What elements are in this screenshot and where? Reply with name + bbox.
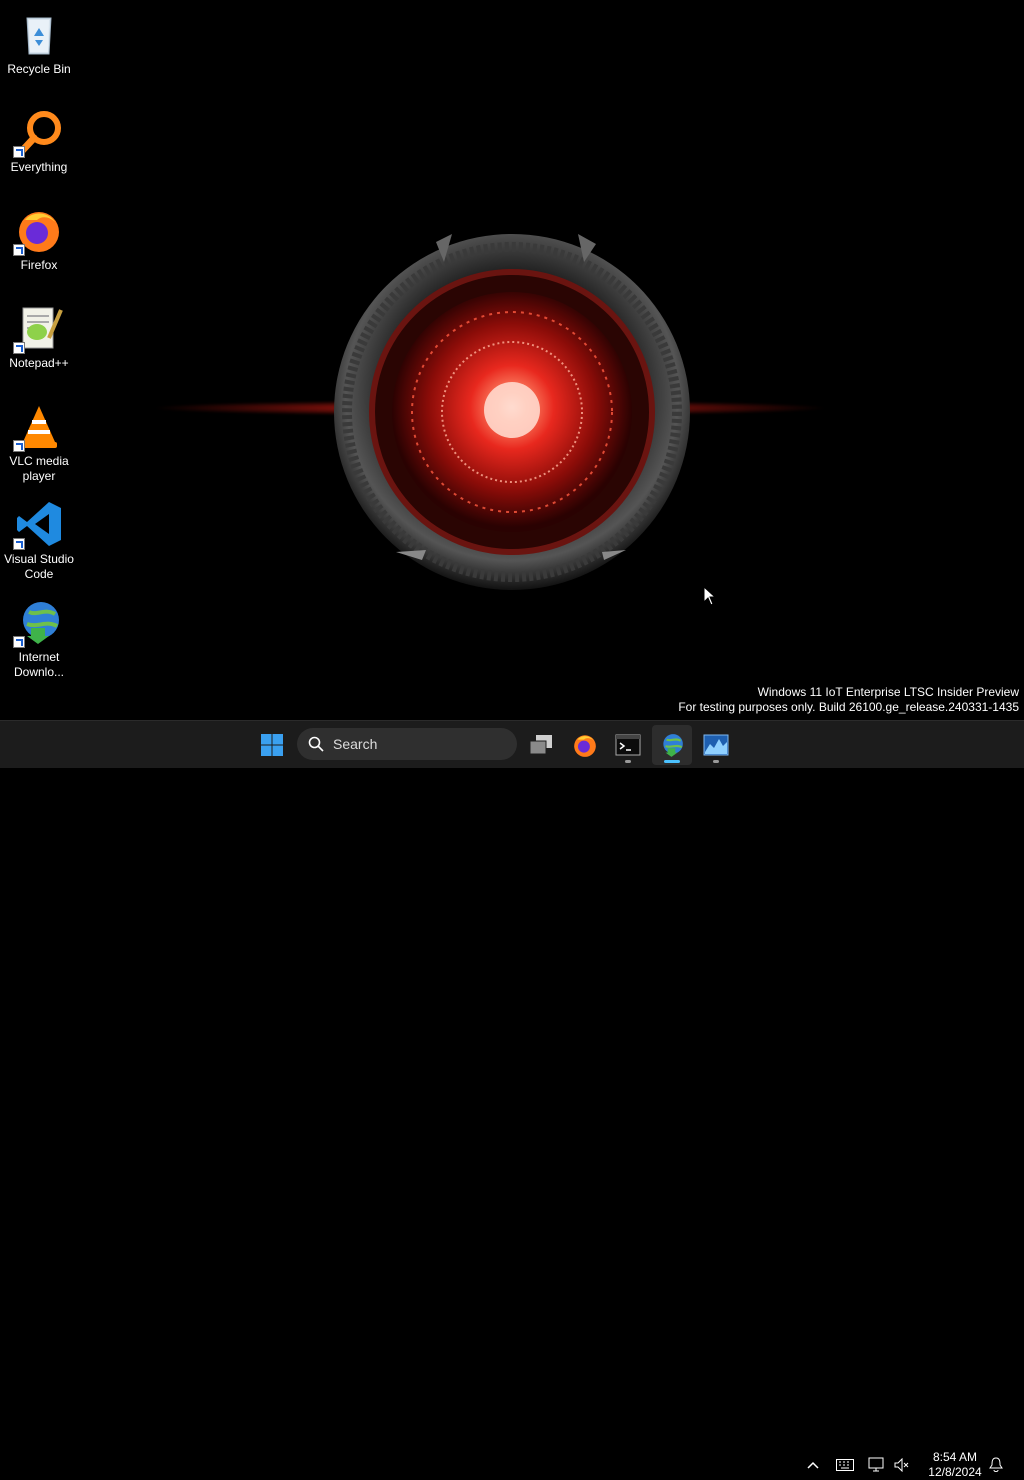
desktop-icon-label: Notepad++: [9, 356, 69, 370]
clock-date: 12/8/2024: [928, 1465, 982, 1479]
volume-muted-icon: [894, 1458, 909, 1472]
chart-window-icon: [703, 734, 729, 756]
taskbar-internet-download-manager[interactable]: [652, 725, 692, 765]
running-indicator: [713, 760, 719, 763]
watermark-build: For testing purposes only. Build 26100.g…: [678, 700, 1019, 714]
shortcut-arrow-icon: [13, 538, 25, 550]
volume-button[interactable]: [892, 1453, 912, 1477]
search-placeholder: Search: [333, 736, 378, 752]
desktop-icon-vlc[interactable]: VLC media player: [0, 396, 78, 484]
task-view-button[interactable]: [521, 725, 561, 765]
search-icon: [308, 736, 324, 752]
running-indicator-focused: [664, 760, 680, 763]
notifications-button[interactable]: [986, 1453, 1006, 1477]
firefox-icon: [574, 735, 596, 757]
shortcut-arrow-icon: [13, 146, 25, 158]
desktop-icon-label: Visual Studio Code: [4, 552, 74, 581]
desktop-icon-firefox[interactable]: Firefox: [0, 200, 78, 273]
recycle-bin-icon: [15, 10, 63, 58]
taskbar-firefox[interactable]: [565, 725, 605, 765]
shortcut-arrow-icon: [13, 342, 25, 354]
task-view-icon: [529, 735, 552, 755]
internet-download-manager-icon: [13, 598, 63, 648]
desktop-icon-label: VLC media player: [9, 454, 69, 483]
windows-watermark: Windows 11 IoT Enterprise LTSC Insider P…: [678, 685, 1019, 715]
shortcut-arrow-icon: [13, 636, 25, 648]
taskbar-system-monitor[interactable]: [696, 725, 736, 765]
taskbar-clock[interactable]: 8:54 AM 12/8/2024: [918, 1450, 992, 1480]
desktop-icon-label: Firefox: [20, 258, 58, 272]
taskbar-terminal[interactable]: [608, 725, 648, 765]
notepad-plus-plus-icon: [13, 304, 63, 354]
desktop-icon-everything[interactable]: Everything: [0, 102, 78, 175]
desktop-icon-label: Internet Downlo...: [13, 650, 65, 679]
touch-keyboard-button[interactable]: [834, 1453, 856, 1477]
running-indicator: [625, 760, 631, 763]
network-status-button[interactable]: [866, 1453, 888, 1477]
windows-start-icon: [261, 734, 283, 756]
start-button[interactable]: [252, 725, 292, 765]
mouse-cursor-icon: [703, 586, 717, 606]
vlc-icon: [13, 402, 63, 452]
taskbar-search-box[interactable]: Search: [297, 728, 517, 760]
show-hidden-icons-button[interactable]: [803, 1453, 823, 1477]
desktop-icon-label: Recycle Bin: [7, 62, 71, 76]
clock-time: 8:54 AM: [932, 1450, 978, 1464]
network-disconnected-icon: [868, 1457, 884, 1472]
shortcut-arrow-icon: [13, 440, 25, 452]
terminal-icon: [615, 734, 641, 756]
watermark-edition: Windows 11 IoT Enterprise LTSC Insider P…: [757, 685, 1019, 699]
shortcut-arrow-icon: [13, 244, 25, 256]
desktop-icon-label: Everything: [10, 160, 68, 174]
desktop-icon-vscode[interactable]: Visual Studio Code: [0, 494, 78, 582]
everything-search-icon: [13, 108, 63, 158]
chevron-up-icon: [807, 1461, 819, 1469]
desktop-icon-recycle-bin[interactable]: Recycle Bin: [0, 4, 78, 77]
bell-icon: [989, 1457, 1003, 1472]
desktop-icon-notepadpp[interactable]: Notepad++: [0, 298, 78, 371]
internet-download-manager-icon: [663, 734, 683, 757]
desktop[interactable]: Recycle Bin Everything Firefox Notepad++…: [0, 0, 1024, 720]
vscode-icon: [13, 500, 63, 550]
wallpaper-orb: [334, 234, 690, 590]
keyboard-icon: [836, 1459, 854, 1471]
firefox-icon: [13, 206, 63, 256]
desktop-icon-internet-download-manager[interactable]: Internet Downlo...: [0, 592, 78, 680]
